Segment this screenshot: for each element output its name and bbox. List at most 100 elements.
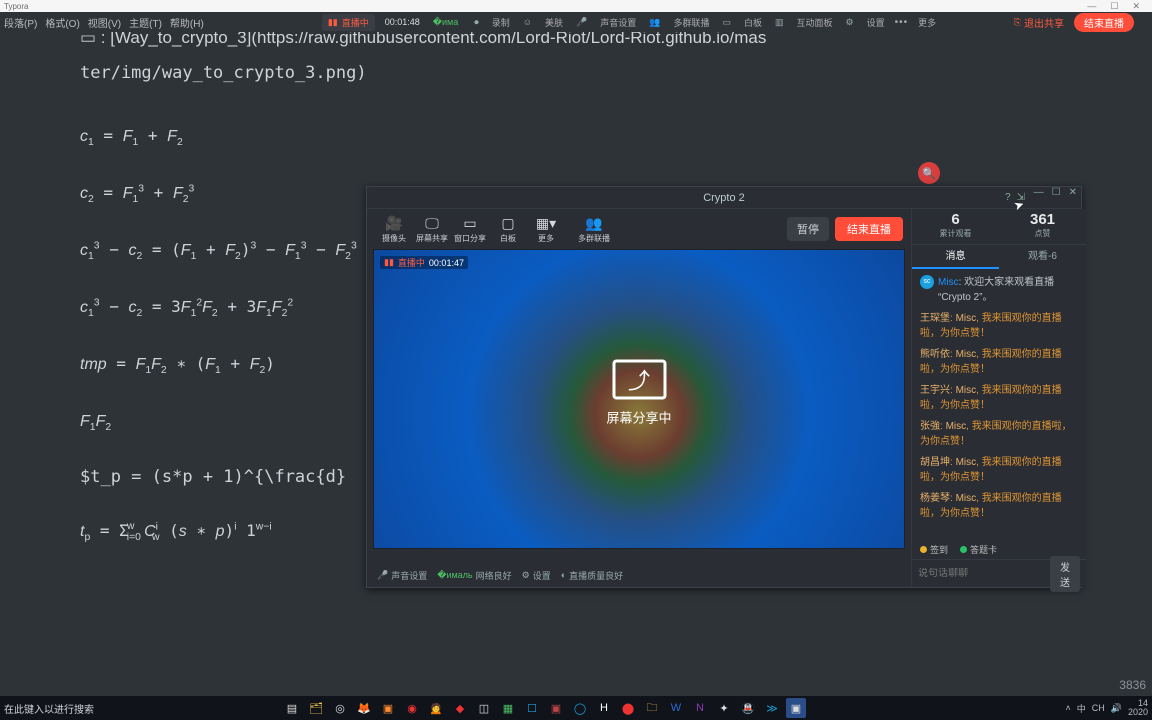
- stream-header[interactable]: Crypto 2 ? ⇲ — ☐ ✕: [367, 187, 1081, 209]
- badge-sign[interactable]: 签到: [920, 543, 948, 556]
- tray-lang[interactable]: CH: [1092, 703, 1105, 713]
- multi-button[interactable]: 👥多群联播: [575, 215, 613, 244]
- task-view-icon[interactable]: ▤: [282, 698, 302, 718]
- app-icon-8[interactable]: H: [594, 698, 614, 718]
- chat-message: 王琛堡: Misc, 我来围观你的直播啦，为你点赞！: [920, 311, 1078, 341]
- stat-viewers: 6 累计观看: [912, 209, 999, 244]
- tray-sound-icon[interactable]: 🔊: [1111, 703, 1122, 714]
- taskbar-search[interactable]: 在此键入以进行搜索: [4, 701, 94, 716]
- chat-system: sc Misc: 欢迎大家来观看直播 “Crypto 2”。: [920, 275, 1078, 305]
- edge-icon[interactable]: ◯: [570, 698, 590, 718]
- footer-settings[interactable]: ⚙ 设置: [522, 569, 551, 582]
- app-icon-7[interactable]: ▣: [546, 698, 566, 718]
- tray-chevron-icon[interactable]: ˄: [1065, 703, 1070, 713]
- tab-chat[interactable]: 消息: [912, 245, 999, 269]
- stream-maximize-icon[interactable]: ☐: [1052, 187, 1061, 198]
- firefox-icon[interactable]: 🦊: [354, 698, 374, 718]
- more-dots[interactable]: •••: [895, 17, 909, 28]
- app-icon-5[interactable]: ▦: [498, 698, 518, 718]
- exit-share-button[interactable]: 退出共享: [1024, 15, 1064, 30]
- app-icon-12[interactable]: 🚇: [738, 698, 758, 718]
- app-icon-2[interactable]: 🙍: [426, 698, 446, 718]
- chat-input[interactable]: [918, 568, 1050, 579]
- vscode-icon[interactable]: ≫: [762, 698, 782, 718]
- tray-date[interactable]: 2020: [1128, 708, 1148, 717]
- app-icon-1[interactable]: ◉: [402, 698, 422, 718]
- audio-icon[interactable]: 🎤: [573, 17, 590, 28]
- multi-icon[interactable]: 👥: [646, 17, 663, 28]
- app-icon-9[interactable]: ⬤: [618, 698, 638, 718]
- chat-message: 熊听依: Misc, 我来围观你的直播啦，为你点赞！: [920, 347, 1078, 377]
- send-button[interactable]: 发送: [1050, 556, 1080, 592]
- word-icon[interactable]: W: [666, 698, 686, 718]
- path-line1: : [Way_to_crypto_3](https://raw.githubus…: [101, 32, 767, 47]
- center-record[interactable]: 录制: [492, 16, 510, 29]
- pause-button[interactable]: 暂停: [787, 217, 829, 241]
- record-icon[interactable]: ⏺: [471, 17, 482, 28]
- footer-network[interactable]: �ималь 网络良好: [437, 569, 511, 582]
- menu-format[interactable]: 格式(O): [45, 15, 79, 30]
- help-icon[interactable]: ?: [1005, 192, 1011, 203]
- active-app-icon[interactable]: ▣: [786, 698, 806, 718]
- app-icon-3[interactable]: ◆: [450, 698, 470, 718]
- beautify-icon[interactable]: ☺: [520, 17, 535, 27]
- stream-toolbar: 🎥摄像头 🖵屏幕共享 ▭窗口分享 ▢白板 ▦▾更多 👥多群联播 暂停 结束直播: [367, 209, 911, 249]
- maximize-icon[interactable]: ☐: [1110, 1, 1118, 12]
- menu-help[interactable]: 帮助(H): [170, 15, 204, 30]
- system-avatar: sc: [920, 275, 934, 289]
- center-whiteboard[interactable]: 白板: [744, 16, 762, 29]
- settings-icon[interactable]: ⚙: [843, 17, 857, 28]
- chrome-icon[interactable]: ◎: [330, 698, 350, 718]
- center-interact[interactable]: 互动面板: [797, 16, 833, 29]
- app-icon-10[interactable]: 🗀: [642, 698, 662, 718]
- stream-footer: 🎤 声音设置 �ималь 网络良好 ⚙ 设置 ◐ 直播质量良好: [367, 563, 911, 587]
- chat-area: sc Misc: 欢迎大家来观看直播 “Crypto 2”。 王琛堡: Misc…: [912, 269, 1086, 539]
- chat-message: 王宇兴: Misc, 我来围观你的直播啦，为你点赞！: [920, 383, 1078, 413]
- app-icon-11[interactable]: ✦: [714, 698, 734, 718]
- tray-ime[interactable]: 中: [1077, 702, 1086, 715]
- interact-icon[interactable]: ▥: [772, 17, 787, 28]
- minimize-icon[interactable]: —: [1087, 1, 1096, 12]
- stream-close-icon[interactable]: ✕: [1069, 187, 1077, 198]
- footer-audio[interactable]: 🎤 声音设置: [377, 569, 427, 582]
- center-multi[interactable]: 多群联播: [673, 16, 709, 29]
- search-bubble[interactable]: 🔍: [918, 162, 940, 184]
- whiteboard-icon[interactable]: ▭: [719, 17, 734, 28]
- end-live-button-stream[interactable]: 结束直播: [835, 217, 903, 241]
- center-more[interactable]: 更多: [918, 16, 936, 29]
- sublime-icon[interactable]: ▣: [378, 698, 398, 718]
- live-pill: ▮▮ 直播中: [322, 14, 375, 31]
- menu-view[interactable]: 视图(V): [88, 15, 121, 30]
- screen-share-button[interactable]: 🖵屏幕共享: [413, 215, 451, 244]
- menubar: 段落(P) 格式(O) 视图(V) 主题(T) 帮助(H) ▮▮ 直播中 00:…: [0, 12, 1152, 32]
- center-settings[interactable]: 设置: [867, 16, 885, 29]
- taskbar: 在此键入以进行搜索 ▤ 🗂 ◎ 🦊 ▣ ◉ 🙍 ◆ ◫ ▦ ☐ ▣ ◯ H ⬤ …: [0, 696, 1152, 720]
- stats-row: 6 累计观看 361 点赞: [912, 209, 1086, 245]
- path-line2: ter/img/way_to_crypto_3.png): [80, 60, 1072, 87]
- more-button[interactable]: ▦▾更多: [527, 215, 565, 244]
- menu-paragraph[interactable]: 段落(P): [4, 15, 37, 30]
- stream-preview: ▮▮ 直播中 00:01:47 ⤴ 屏幕分享中: [373, 249, 905, 549]
- preview-timer: 00:01:47: [429, 258, 464, 268]
- badge-answer[interactable]: 答题卡: [960, 543, 997, 556]
- close-icon[interactable]: ✕: [1132, 1, 1140, 12]
- chat-input-row: 发送: [912, 559, 1086, 587]
- screen-share-icon: ⤴: [612, 360, 666, 400]
- center-audio[interactable]: 声音设置: [600, 16, 636, 29]
- pin-icon[interactable]: ⇲: [1017, 192, 1025, 203]
- camera-button[interactable]: 🎥摄像头: [375, 215, 413, 244]
- app-icon-6[interactable]: ☐: [522, 698, 542, 718]
- exit-share-icon[interactable]: ⎘: [1011, 17, 1024, 28]
- onenote-icon[interactable]: N: [690, 698, 710, 718]
- app-icon-4[interactable]: ◫: [474, 698, 494, 718]
- whiteboard-button[interactable]: ▢白板: [489, 215, 527, 244]
- window-share-button[interactable]: ▭窗口分享: [451, 215, 489, 244]
- stat-likes: 361 点赞: [999, 209, 1086, 244]
- end-live-button[interactable]: 结束直播: [1074, 13, 1134, 32]
- taskbar-icons: ▤ 🗂 ◎ 🦊 ▣ ◉ 🙍 ◆ ◫ ▦ ☐ ▣ ◯ H ⬤ 🗀 W N ✦ 🚇 …: [282, 698, 806, 718]
- tab-viewers[interactable]: 观看-6: [999, 245, 1086, 269]
- center-beautify[interactable]: 美肤: [545, 16, 563, 29]
- menu-theme[interactable]: 主题(T): [129, 15, 162, 30]
- file-explorer-icon[interactable]: 🗂: [306, 698, 326, 718]
- stream-minimize-icon[interactable]: —: [1034, 187, 1044, 198]
